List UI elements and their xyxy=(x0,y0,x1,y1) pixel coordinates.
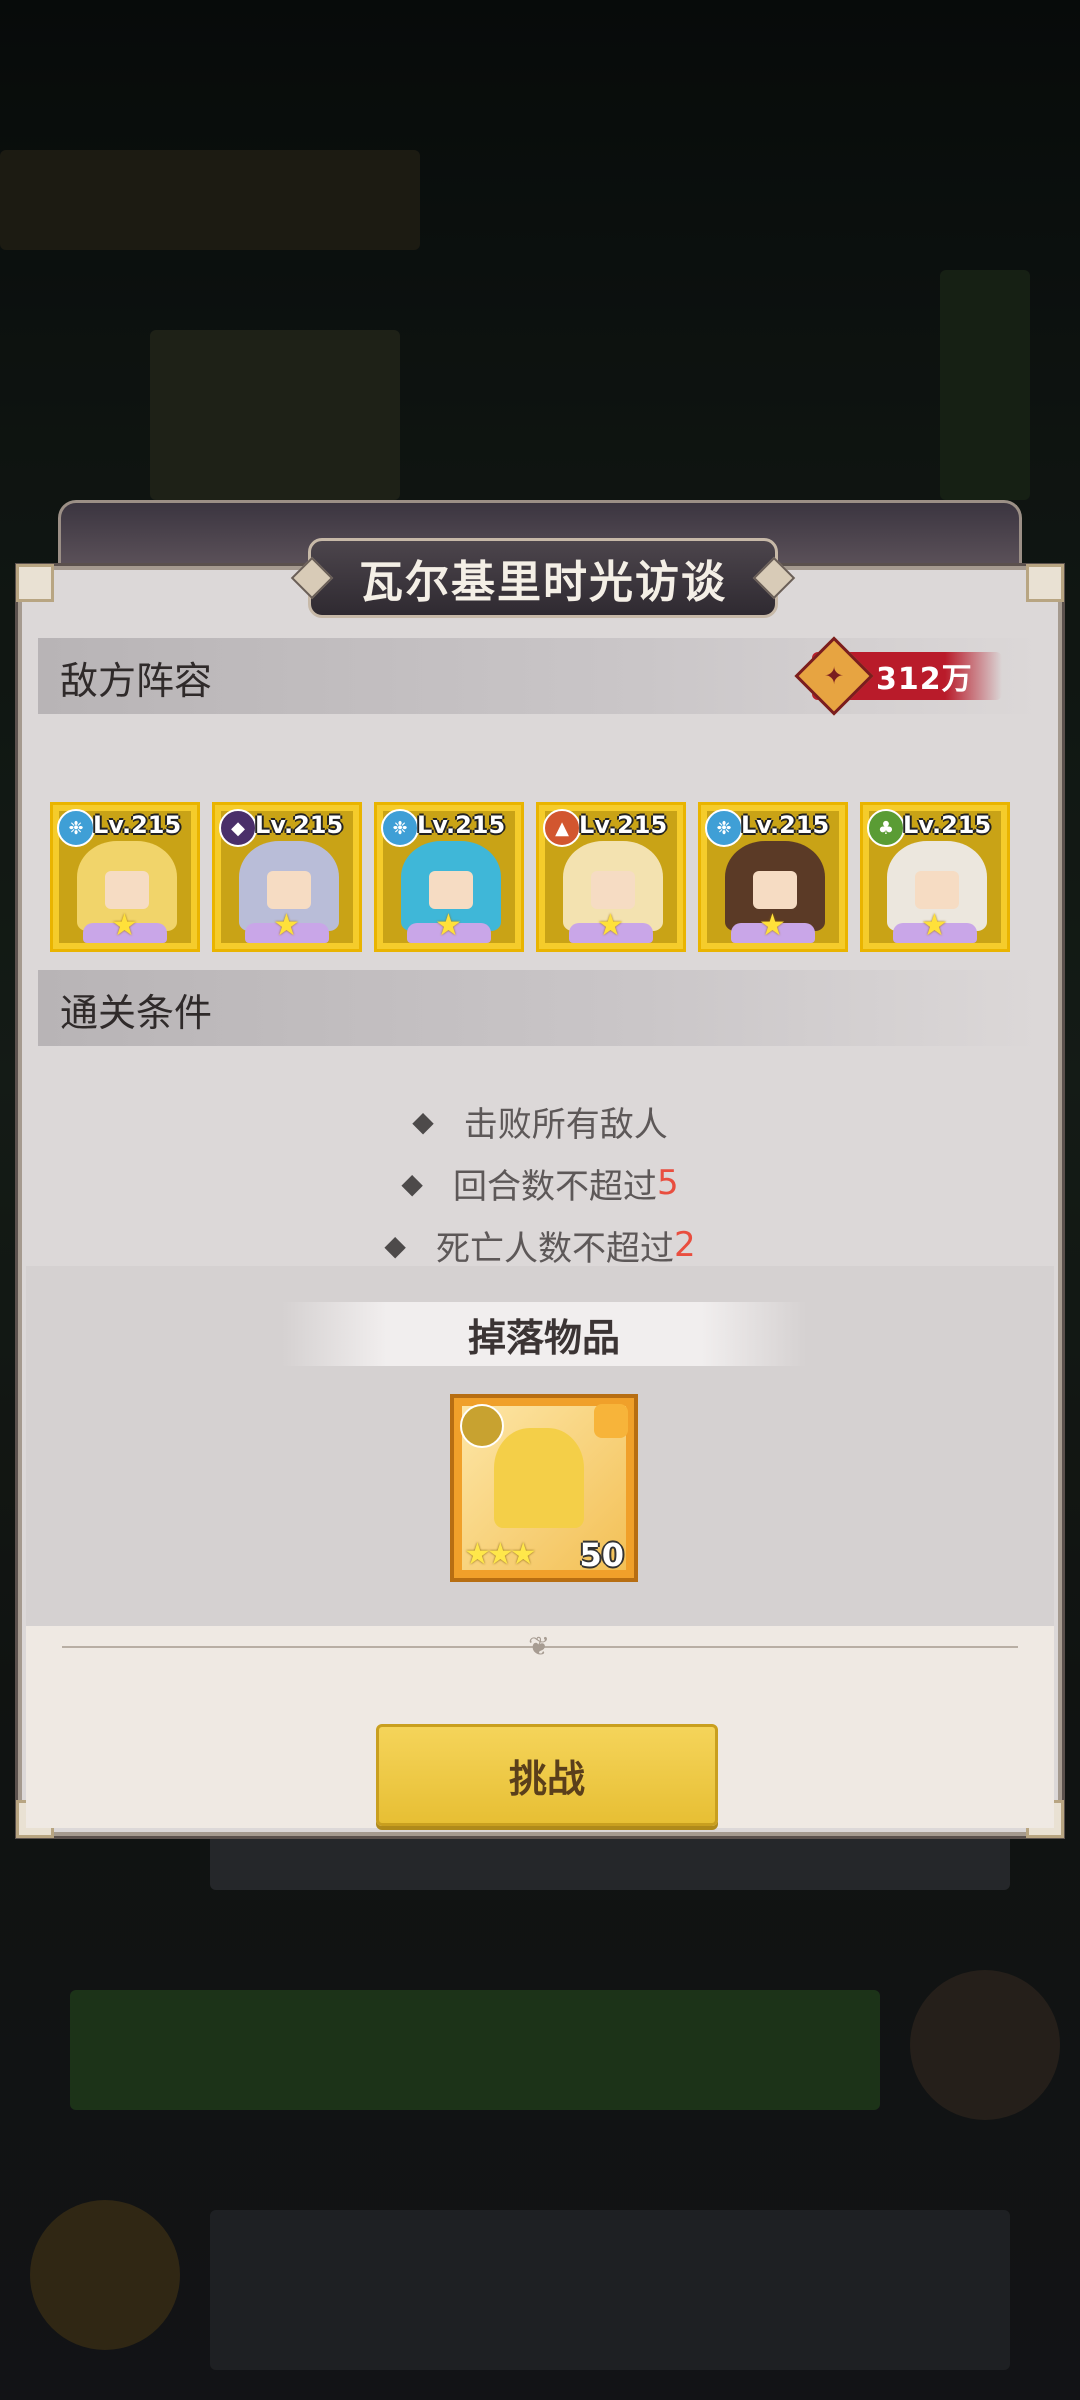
enemy-hero-card[interactable]: ❉ Lv.215 ★ xyxy=(50,802,200,952)
star-icon: ★ xyxy=(921,908,948,943)
condition-item: ◆ 回合数不超过 5 xyxy=(22,1152,1058,1214)
light-element-icon xyxy=(460,1404,504,1448)
enemy-hero-card[interactable]: ◆ Lv.215 ★ xyxy=(212,802,362,952)
star-icon: ★ xyxy=(597,908,624,943)
diamond-bullet-icon: ◆ xyxy=(412,1104,434,1138)
diamond-bullet-icon: ◆ xyxy=(401,1166,423,1200)
action-area: ❦ 挑战 xyxy=(26,1626,1054,1828)
condition-text: 死亡人数不超过 xyxy=(435,1228,674,1269)
clear-conditions-label: 通关条件 xyxy=(60,991,213,1035)
title-plate: 瓦尔基里时光访谈 xyxy=(290,538,796,618)
hero-level: Lv.215 xyxy=(93,811,182,839)
combat-power-value: 312万 xyxy=(876,662,973,697)
drop-items-section: 掉落物品 ★★★ 50 xyxy=(26,1266,1054,1626)
hero-level: Lv.215 xyxy=(417,811,506,839)
rarity-stars: ★★★ xyxy=(464,1537,537,1572)
condition-text: 击败所有敌人 xyxy=(463,1104,668,1145)
drop-items-title: 掉落物品 xyxy=(282,1302,806,1366)
drop-item[interactable]: ★★★ 50 xyxy=(450,1394,638,1582)
shard-corner-icon xyxy=(594,1404,628,1438)
fire-element-icon: ▲ xyxy=(543,809,581,847)
condition-value: 2 xyxy=(673,1225,696,1265)
diamond-bullet-icon: ◆ xyxy=(384,1228,406,1262)
water-element-icon: ❉ xyxy=(705,809,743,847)
hero-level: Lv.215 xyxy=(741,811,830,839)
condition-value: 5 xyxy=(656,1163,679,1203)
enemy-hero-list: ❉ Lv.215 ★ ◆ Lv.215 ★ ❉ Lv.215 ★ ▲ Lv.21… xyxy=(50,802,1010,952)
enemy-hero-card[interactable]: ❉ Lv.215 ★ xyxy=(374,802,524,952)
star-icon: ★ xyxy=(759,908,786,943)
enemy-hero-card[interactable]: ▲ Lv.215 ★ xyxy=(536,802,686,952)
hero-level: Lv.215 xyxy=(903,811,992,839)
clear-conditions-list: ◆ 击败所有敌人 ◆ 回合数不超过 5 ◆ 死亡人数不超过 2 xyxy=(22,1090,1058,1276)
modal-panel: 敌方阵容 ✦ 312万 ❉ Lv.215 ★ ◆ Lv.215 ★ ❉ Lv.2… xyxy=(16,564,1064,1838)
challenge-button[interactable]: 挑战 xyxy=(376,1724,718,1826)
dark-element-icon: ◆ xyxy=(219,809,257,847)
enemy-lineup-label: 敌方阵容 xyxy=(60,659,213,703)
enemy-hero-card[interactable]: ❉ Lv.215 ★ xyxy=(698,802,848,952)
enemy-hero-card[interactable]: ♣ Lv.215 ★ xyxy=(860,802,1010,952)
enemy-lineup-header: 敌方阵容 ✦ 312万 xyxy=(38,636,1042,716)
combat-power-badge: ✦ 312万 xyxy=(794,636,1002,716)
modal-title: 瓦尔基里时光访谈 xyxy=(359,557,727,608)
corner-ornament-tr xyxy=(1026,564,1064,602)
drop-item-count: 50 xyxy=(579,1536,624,1574)
star-icon: ★ xyxy=(111,908,138,943)
water-element-icon: ❉ xyxy=(381,809,419,847)
hero-shard-portrait xyxy=(494,1428,584,1528)
hero-level: Lv.215 xyxy=(255,811,344,839)
corner-ornament-tl xyxy=(16,564,54,602)
water-element-icon: ❉ xyxy=(57,809,95,847)
clear-conditions-header: 通关条件 xyxy=(38,970,1042,1046)
star-icon: ★ xyxy=(435,908,462,943)
divider-ornament-icon: ❦ xyxy=(528,1632,550,1662)
stage-info-modal: 瓦尔基里时光访谈 敌方阵容 ✦ 312万 ❉ Lv.215 ★ ◆ Lv.215… xyxy=(16,500,1064,1838)
star-icon: ★ xyxy=(273,908,300,943)
nature-element-icon: ♣ xyxy=(867,809,905,847)
condition-item: ◆ 击败所有敌人 xyxy=(22,1090,1058,1152)
condition-text: 回合数不超过 xyxy=(452,1166,657,1207)
hero-level: Lv.215 xyxy=(579,811,668,839)
combat-power-icon: ✦ xyxy=(794,636,874,716)
